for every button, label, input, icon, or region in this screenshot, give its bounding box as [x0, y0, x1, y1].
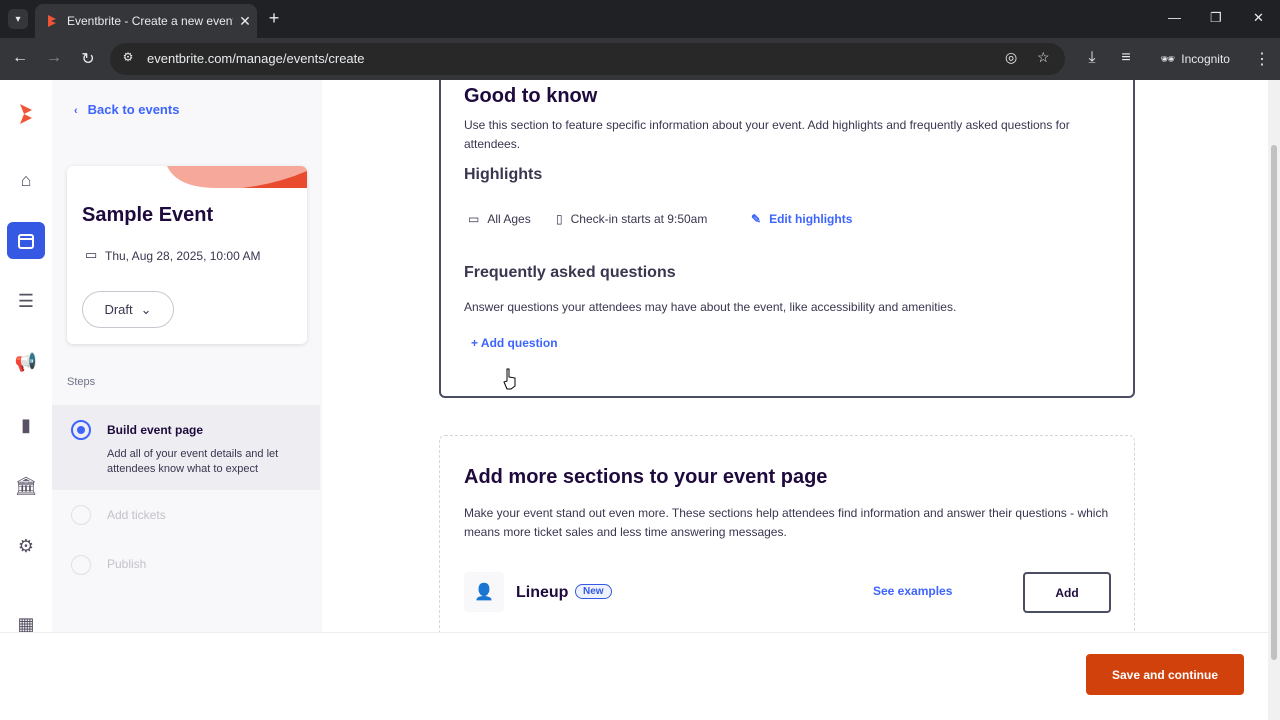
id-card-icon: ▭: [468, 212, 480, 226]
scrollbar-thumb[interactable]: [1271, 145, 1277, 660]
tab-close-icon[interactable]: ✕: [233, 13, 257, 30]
home-icon[interactable]: ⌂: [14, 168, 38, 192]
incognito-label: Incognito: [1181, 52, 1230, 66]
window-close-icon[interactable]: ✕: [1253, 10, 1264, 26]
browser-tab[interactable]: Eventbrite - Create a new event ✕: [35, 4, 257, 38]
card-banner: [167, 166, 307, 188]
download-icon[interactable]: ⤓: [1082, 49, 1102, 67]
section-desc: Use this section to feature specific inf…: [464, 118, 1070, 151]
step-radio: [71, 505, 91, 525]
lineup-label: Lineup: [516, 584, 569, 601]
step-publish[interactable]: Publish: [107, 557, 146, 571]
status-dropdown[interactable]: Draft ⌄: [82, 291, 174, 328]
page-scrollbar[interactable]: [1268, 80, 1280, 720]
more-sections-desc: Make your event stand out even more. The…: [464, 506, 1109, 539]
page-content: ⌂ ☰ 📢 ▮ 🏛 ⚙ ▦ ‹ Back to events Sample Eve…: [0, 80, 1280, 720]
incognito-badge[interactable]: 🕶 Incognito: [1148, 43, 1242, 75]
url-text: eventbrite.com/manage/events/create: [147, 51, 365, 66]
restore-icon[interactable]: ❐: [1210, 10, 1222, 26]
step-desc: Add all of your event details and let at…: [107, 448, 279, 475]
highlights-heading: Highlights: [464, 166, 543, 183]
highlight-label: All Ages: [487, 212, 531, 226]
reload-icon[interactable]: ↻: [78, 49, 98, 69]
new-badge: New: [575, 584, 612, 599]
event-date: Thu, Aug 28, 2025, 10:00 AM: [105, 249, 261, 263]
edit-highlights-link[interactable]: ✎ Edit highlights: [751, 212, 852, 226]
event-sidebar: ‹ Back to events Sample Event ▭ Thu, Aug …: [52, 80, 322, 632]
steps-heading: Steps: [67, 376, 96, 388]
add-question-link[interactable]: + Add question: [471, 334, 558, 353]
main-content: Good to know Use this section to feature…: [322, 80, 1267, 632]
highlight-checkin: ▯ Check-in starts at 9:50am: [556, 212, 707, 226]
add-lineup-button[interactable]: Add: [1023, 572, 1111, 613]
minimize-icon[interactable]: —: [1168, 10, 1181, 25]
events-calendar-icon[interactable]: [7, 222, 45, 259]
finance-bank-icon[interactable]: 🏛: [14, 474, 38, 498]
edit-highlights-label: Edit highlights: [769, 212, 853, 226]
eye-off-icon[interactable]: ◎: [1005, 49, 1017, 66]
browser-toolbar: ← → ↻ ⚙ eventbrite.com/manage/events/cre…: [0, 38, 1280, 80]
highlight-all-ages: ▭ All Ages: [468, 212, 531, 226]
browser-tab-strip: ▾ Eventbrite - Create a new event ✕ + — …: [0, 0, 1280, 38]
address-bar[interactable]: ⚙ eventbrite.com/manage/events/create ◎ …: [110, 43, 1065, 75]
person-icon: 👤: [464, 572, 504, 612]
step-build-event-page[interactable]: Build event page Add all of your event d…: [52, 405, 320, 490]
step-add-tickets[interactable]: Add tickets: [107, 508, 166, 522]
icon-rail: ⌂ ☰ 📢 ▮ 🏛 ⚙ ▦: [0, 80, 52, 634]
more-sections-title: Add more sections to your event page: [464, 466, 828, 488]
step-radio-active: [71, 420, 91, 440]
tab-title: Eventbrite - Create a new event: [67, 14, 233, 28]
hand-cursor-icon: [503, 368, 516, 390]
add-more-sections: Add more sections to your event page Mak…: [439, 435, 1135, 632]
tab-search-button[interactable]: ▾: [8, 9, 28, 29]
see-examples-link[interactable]: See examples: [873, 584, 952, 598]
footer-bar: [0, 632, 1268, 720]
good-to-know-section: Good to know Use this section to feature…: [439, 80, 1135, 398]
event-name: Sample Event: [82, 204, 214, 226]
new-tab-button[interactable]: +: [263, 8, 285, 29]
media-icon[interactable]: ≡: [1116, 49, 1136, 67]
back-label: Back to events: [87, 102, 180, 117]
calendar-small-icon: ▭: [85, 247, 98, 262]
back-arrow-icon[interactable]: ←: [10, 49, 30, 67]
megaphone-icon[interactable]: 📢: [14, 350, 38, 374]
faq-heading: Frequently asked questions: [464, 264, 676, 281]
browser-menu-icon[interactable]: ⋮: [1252, 49, 1272, 69]
chevron-left-icon: ‹: [74, 105, 78, 117]
save-and-continue-button[interactable]: Save and continue: [1086, 654, 1244, 695]
reports-chart-icon[interactable]: ▮: [14, 413, 38, 437]
section-title: Good to know: [464, 85, 598, 107]
pencil-icon: ✎: [751, 212, 762, 226]
eventbrite-logo-icon[interactable]: [14, 102, 38, 126]
forward-arrow-icon[interactable]: →: [44, 49, 64, 67]
site-info-icon[interactable]: ⚙: [120, 50, 136, 66]
status-label: Draft: [104, 302, 133, 317]
orders-list-icon[interactable]: ☰: [14, 289, 38, 313]
event-summary-card: Sample Event ▭ Thu, Aug 28, 2025, 10:00 …: [67, 166, 307, 344]
incognito-icon: 🕶: [1160, 52, 1176, 66]
bookmark-star-icon[interactable]: ☆: [1037, 49, 1050, 66]
door-icon: ▯: [556, 212, 563, 226]
chevron-down-icon: ⌄: [140, 301, 152, 317]
settings-gear-icon[interactable]: ⚙: [14, 534, 38, 558]
calendar-icon: [18, 233, 34, 249]
eventbrite-favicon: [48, 15, 56, 27]
step-radio: [71, 555, 91, 575]
step-title: Build event page: [107, 423, 204, 437]
faq-desc: Answer questions your attendees may have…: [464, 300, 957, 314]
back-to-events-link[interactable]: ‹ Back to events: [74, 102, 179, 117]
highlight-label: Check-in starts at 9:50am: [570, 212, 708, 226]
